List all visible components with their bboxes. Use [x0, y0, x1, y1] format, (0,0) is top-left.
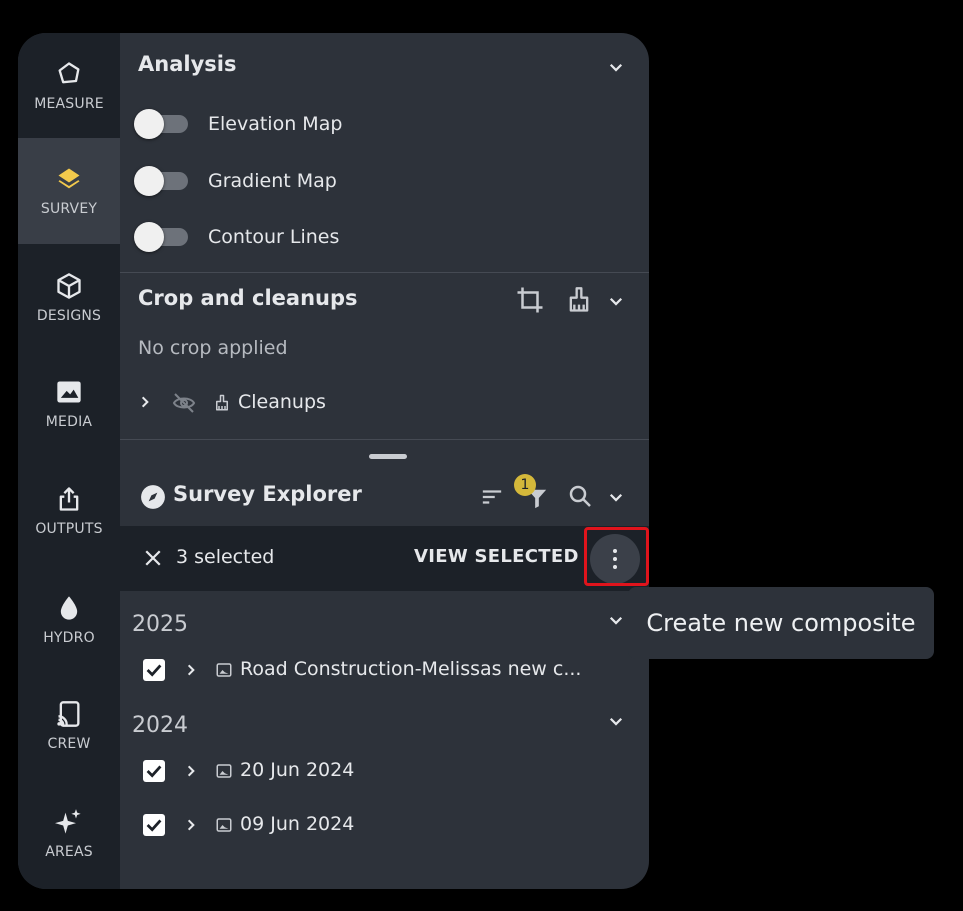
toggle-label: Elevation Map: [208, 113, 343, 135]
chevron-down-icon[interactable]: [607, 58, 625, 76]
toggle-row-contour[interactable]: Contour Lines: [134, 222, 340, 252]
sparkle-icon: [55, 809, 81, 834]
compass-icon: [141, 485, 165, 509]
selection-bar: 3 selected VIEW SELECTED: [120, 526, 649, 591]
survey-image-icon: [216, 764, 232, 778]
rail-item-survey[interactable]: SURVEY: [18, 138, 120, 244]
layers-icon: [58, 168, 80, 189]
view-selected-button[interactable]: VIEW SELECTED: [414, 546, 579, 567]
crop-icon[interactable]: [515, 285, 545, 315]
survey-item[interactable]: 20 Jun 2024: [240, 759, 354, 781]
rail-label: CREW: [47, 736, 91, 752]
crop-status: No crop applied: [138, 337, 288, 359]
divider: [120, 439, 649, 440]
visibility-off-icon[interactable]: [170, 391, 198, 415]
chevron-down-icon[interactable]: [607, 488, 625, 506]
rail-item-outputs[interactable]: OUTPUTS: [18, 458, 120, 564]
share-icon: [59, 487, 79, 511]
toggle-row-elevation[interactable]: Elevation Map: [134, 109, 343, 139]
cast-icon: [57, 701, 80, 727]
survey-explorer-title: Survey Explorer: [173, 482, 362, 506]
close-icon[interactable]: [144, 549, 162, 567]
checkbox-checked[interactable]: [143, 760, 165, 782]
survey-item[interactable]: 09 Jun 2024: [240, 813, 354, 835]
highlight-box: [584, 527, 649, 586]
toggle-label: Gradient Map: [208, 170, 337, 192]
rail-item-hydro[interactable]: HYDRO: [18, 567, 120, 673]
rail-label: MEASURE: [34, 96, 104, 112]
year-header-2025: 2025: [132, 612, 188, 637]
checkbox-checked[interactable]: [143, 814, 165, 836]
chevron-right-icon[interactable]: [184, 818, 198, 832]
side-panel: MEASURE SURVEY DESIGNS MEDIA OUTPUTS HYD…: [18, 33, 649, 889]
checkbox-checked[interactable]: [143, 659, 165, 681]
filter-count-badge: 1: [514, 474, 536, 496]
rail-item-areas[interactable]: AREAS: [18, 781, 120, 887]
rail-item-designs[interactable]: DESIGNS: [18, 245, 120, 351]
rail-item-media[interactable]: MEDIA: [18, 351, 120, 457]
divider: [120, 272, 649, 273]
chevron-right-icon[interactable]: [184, 764, 198, 778]
broom-icon[interactable]: [565, 285, 593, 315]
year-header-2024: 2024: [132, 713, 188, 738]
selected-count: 3 selected: [176, 546, 275, 568]
survey-image-icon: [216, 818, 232, 832]
toggle-row-gradient[interactable]: Gradient Map: [134, 166, 337, 196]
rail-label: SURVEY: [40, 201, 98, 217]
tooltip-text: Create new composite: [646, 609, 916, 637]
rail-label: MEDIA: [45, 414, 93, 430]
check-icon: [146, 765, 162, 778]
contour-lines-toggle[interactable]: [134, 222, 188, 252]
check-icon: [146, 664, 162, 677]
cube-icon: [57, 273, 81, 299]
rail-item-crew[interactable]: CREW: [18, 673, 120, 779]
image-icon: [57, 381, 81, 403]
broom-icon: [216, 394, 228, 411]
chevron-down-icon[interactable]: [607, 712, 625, 730]
search-icon[interactable]: [568, 484, 592, 508]
cleanups-label: Cleanups: [238, 391, 326, 413]
create-composite-tooltip[interactable]: Create new composite: [628, 587, 934, 659]
polygon-icon: [58, 62, 80, 84]
rail-label: OUTPUTS: [35, 521, 103, 537]
chevron-down-icon[interactable]: [607, 292, 625, 310]
gradient-map-toggle[interactable]: [134, 166, 188, 196]
survey-image-icon: [216, 663, 232, 677]
chevron-down-icon[interactable]: [607, 611, 625, 629]
elevation-map-toggle[interactable]: [134, 109, 188, 139]
rail-label: HYDRO: [43, 630, 95, 646]
crop-title: Crop and cleanups: [138, 286, 358, 310]
panel-content: Analysis Elevation Map Gradient Map Cont…: [120, 33, 649, 889]
rail-label: DESIGNS: [36, 308, 102, 324]
analysis-title: Analysis: [138, 52, 237, 76]
resize-handle[interactable]: [369, 454, 407, 459]
chevron-right-icon[interactable]: [138, 395, 152, 409]
toggle-label: Contour Lines: [208, 226, 340, 248]
rail-item-measure[interactable]: MEASURE: [18, 33, 120, 139]
water-drop-icon: [60, 596, 78, 620]
sort-icon[interactable]: [479, 486, 505, 508]
check-icon: [146, 819, 162, 832]
survey-item[interactable]: Road Construction-Melissas new c...: [240, 658, 581, 680]
rail-label: AREAS: [45, 844, 93, 860]
nav-rail: MEASURE SURVEY DESIGNS MEDIA OUTPUTS HYD…: [18, 33, 120, 889]
chevron-right-icon[interactable]: [184, 663, 198, 677]
